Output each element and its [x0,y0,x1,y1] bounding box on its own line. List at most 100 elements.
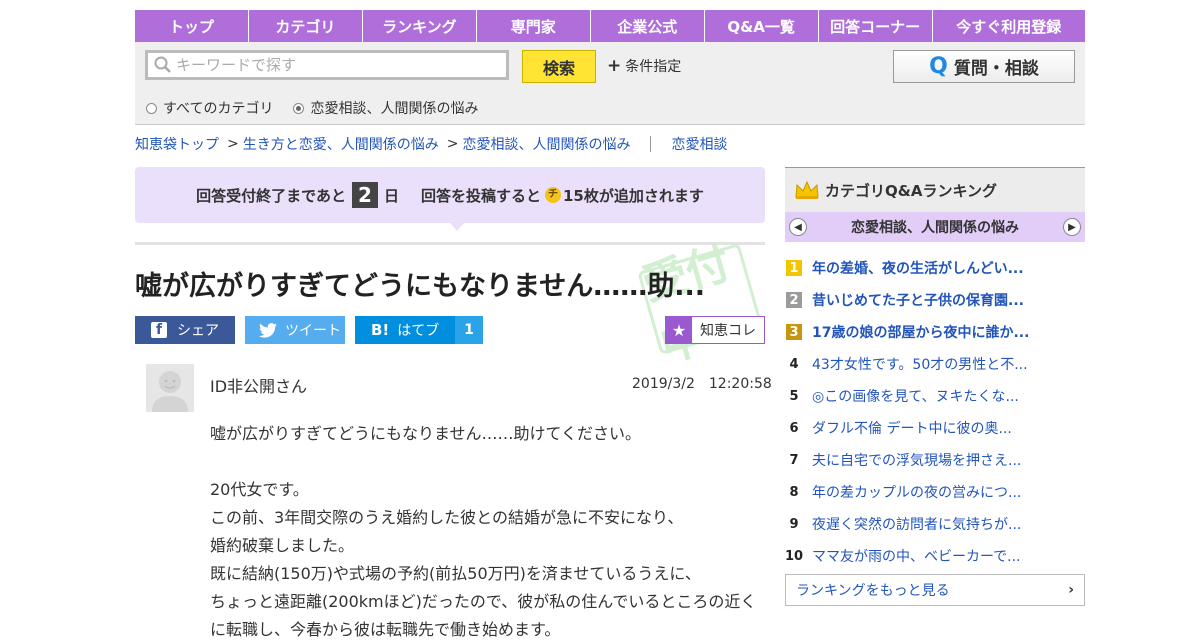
ranking-link[interactable]: ダフル不倫 デート中に彼の奥... [812,418,1012,438]
notice-reward: 15枚が追加されます [563,186,704,205]
ranking-item[interactable]: 5 ◎この画像を見て、ヌキたくな... [785,380,1085,412]
body-line: 嘘が広がりすぎてどうにもなりません……助けてください。 [210,424,642,443]
ranking-item[interactable]: 8 年の差カップルの夜の営みにつ... [785,476,1085,508]
breadcrumb-level2[interactable]: 恋愛相談、人間関係の悩み [462,134,630,154]
radio-dot-selected [293,102,305,114]
notice-pre: 回答受付終了まであと [196,186,346,205]
plus-icon: + [607,56,622,76]
body-line: 20代女です。 [210,480,309,499]
ranking-link[interactable]: 17歳の娘の部屋から夜中に誰か... [812,322,1029,342]
prev-arrow-icon[interactable]: ◀ [789,218,807,236]
breadcrumb-separator: > [446,136,459,152]
rank-number: 10 [784,548,804,564]
radio-dot [146,102,157,114]
ranking-sidebar: カテゴリQ&Aランキング ◀ 恋愛相談、人間関係の悩み ▶ 1 年の差婚、夜の生活… [785,167,1085,606]
nav-qa-list[interactable]: Q&A一覧 [705,10,819,42]
radio-all-categories[interactable]: すべてのカテゴリ [146,98,273,118]
next-arrow-icon[interactable]: ▶ [1063,218,1081,236]
nav-official[interactable]: 企業公式 [591,10,705,42]
search-icon [154,56,171,73]
ranking-item[interactable]: 3 17歳の娘の部屋から夜中に誰か... [785,316,1085,348]
ranking-item[interactable]: 1 年の差婚、夜の生活がしんどい... [785,252,1085,284]
nav-ranking[interactable]: ランキング [363,10,477,42]
nav-answer-corner[interactable]: 回答コーナー [819,10,933,42]
question-q-icon: Q [929,54,948,79]
rank-badge-silver: 2 [786,292,802,308]
search-button[interactable]: 検索 [522,50,596,83]
body-blank-line [210,448,770,476]
share-buttons: f シェア ツイート B! はてブ 1 [135,316,483,344]
rank-number: 8 [789,484,799,500]
ranking-item[interactable]: 9 夜遅く突然の訪問者に気持ちが... [785,508,1085,540]
condition-toggle[interactable]: + 条件指定 [607,56,681,76]
notice-pointer [450,223,464,231]
chiekore-label: 知恵コレ [700,323,756,339]
hatena-bookmark-button[interactable]: B! はてブ 1 [355,316,483,344]
facebook-share-label: シェア [177,323,219,339]
nav-experts[interactable]: 専門家 [477,10,591,42]
page: トップ カテゴリ ランキング 専門家 企業公式 Q&A一覧 回答コーナー 今すぐ… [135,10,1085,639]
ranking-link[interactable]: 昔いじめてた子と子供の保育園... [812,290,1024,310]
radio-this-category[interactable]: 恋愛相談、人間関係の悩み [293,98,478,118]
coin-icon: チ [545,187,561,203]
rank-number: 4 [789,356,799,372]
breadcrumb-home[interactable]: 知恵袋トップ [135,134,219,154]
rank-number: 9 [789,516,799,532]
ranking-list: 1 年の差婚、夜の生活がしんどい... 2 昔いじめてた子と子供の保育園... 31… [785,252,1085,572]
author-name[interactable]: ID非公開さん [210,373,307,397]
more-ranking-link[interactable]: ランキングをもっと見る › [785,574,1085,606]
deadline-notice: 回答受付終了まであと 2 日 回答を投稿すると チ 15枚が追加されます [135,167,765,223]
nav-category[interactable]: カテゴリ [249,10,363,42]
ask-question-label: 質問・相談 [953,59,1039,79]
notice-unit: 日 [383,186,399,205]
nav-top[interactable]: トップ [135,10,249,42]
rank-badge-bronze: 3 [786,324,802,340]
ask-question-button[interactable]: Q 質問・相談 [893,50,1075,83]
ranking-header: カテゴリQ&Aランキング [785,167,1085,212]
ranking-link[interactable]: ◎この画像を見て、ヌキたくな... [812,386,1019,406]
ranking-item[interactable]: 4 43才女性です。50才の男性と不... [785,348,1085,380]
ranking-link[interactable]: 年の差カップルの夜の営みにつ... [812,482,1021,502]
ranking-title: カテゴリQ&Aランキング [825,181,997,200]
chiekore-button[interactable]: ★ 知恵コレ [665,316,765,344]
ranking-link[interactable]: 夫に自宅での浮気現場を押さえ... [812,450,1021,470]
breadcrumb-separator: > [227,136,239,152]
ranking-link[interactable]: 夜遅く突然の訪問者に気持ちが... [812,514,1021,534]
nav-register[interactable]: 今すぐ利用登録 [933,10,1085,42]
radio-label: 恋愛相談、人間関係の悩み [310,101,479,117]
twitter-share-button[interactable]: ツイート [245,316,345,344]
rank-badge-gold: 1 [786,260,802,276]
body-line: この前、3年間交際のうえ婚約した彼との結婚が急に不安になり、 [210,508,684,527]
category-scope: すべてのカテゴリ 恋愛相談、人間関係の悩み [146,98,478,118]
breadcrumb: 知恵袋トップ > 生き方と恋愛、人間関係の悩み > 恋愛相談、人間関係の悩み 恋… [135,134,727,154]
ranking-link[interactable]: ママ友が雨の中、ベビーカーで... [812,546,1021,566]
ranking-item[interactable]: 10 ママ友が雨の中、ベビーカーで... [785,540,1085,572]
avatar [146,364,194,412]
ranking-item[interactable]: 6 ダフル不倫 デート中に彼の奥... [785,412,1085,444]
post-date: 2019/3/2 12:20:58 [632,376,772,392]
star-icon: ★ [666,317,692,343]
hatena-label: はてブ [397,323,440,339]
search-area: 検索 + 条件指定 Q 質問・相談 すべてのカテゴリ 恋愛相談、人間関係の悩み [135,42,1085,125]
ranking-link[interactable]: 年の差婚、夜の生活がしんどい... [812,258,1024,278]
rank-number: 6 [789,420,799,436]
chevron-right-icon: › [1068,582,1074,598]
facebook-share-button[interactable]: f シェア [135,316,235,344]
breadcrumb-divider [650,136,652,152]
ranking-link[interactable]: 43才女性です。50才の男性と不... [812,354,1028,374]
crown-icon [795,181,819,199]
ranking-category-switcher: ◀ 恋愛相談、人間関係の悩み ▶ [785,212,1085,242]
user-silhouette-icon [146,364,194,412]
breadcrumb-level1[interactable]: 生き方と恋愛、人間関係の悩み [243,134,439,154]
hatena-icon: B! [371,321,390,339]
breadcrumb-level3[interactable]: 恋愛相談 [671,134,727,154]
body-line: 既に結納(150万)や式場の予約(前払50万円)を済ませているうえに、 [210,564,701,583]
question-title: 嘘が広がりすぎてどうにもなりません……助... [135,271,705,302]
body-line: に転職し、今春から彼は転職先で働き始めます。 [210,620,561,639]
global-nav: トップ カテゴリ ランキング 専門家 企業公式 Q&A一覧 回答コーナー 今すぐ… [135,10,1085,42]
search-field[interactable] [145,50,509,80]
ranking-item[interactable]: 7 夫に自宅での浮気現場を押さえ... [785,444,1085,476]
hatena-count: 1 [455,316,483,344]
search-input[interactable] [174,55,498,75]
ranking-item[interactable]: 2 昔いじめてた子と子供の保育園... [785,284,1085,316]
